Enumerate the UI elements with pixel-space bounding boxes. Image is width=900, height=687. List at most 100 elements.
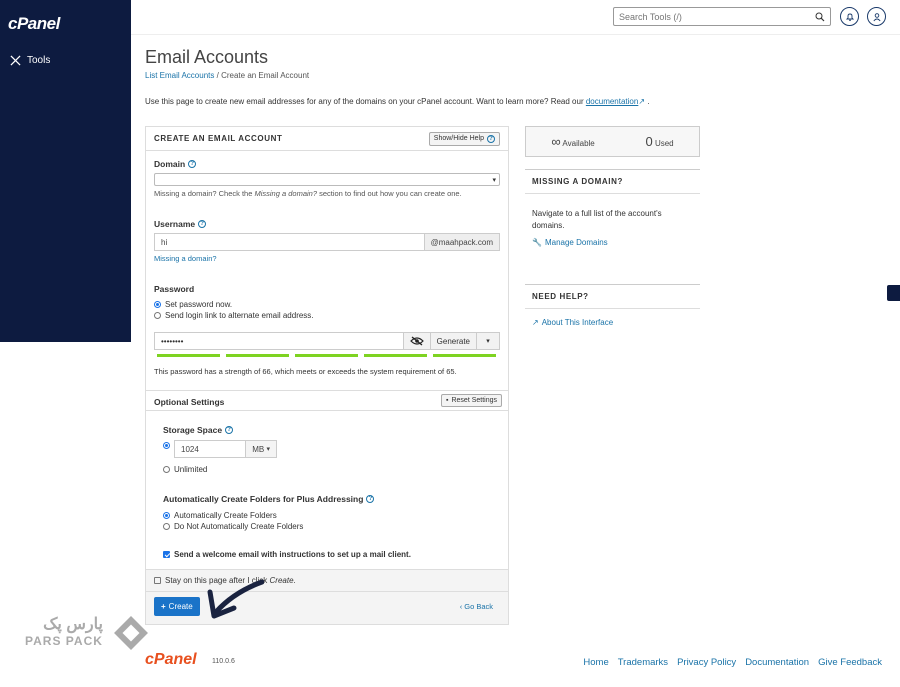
username-input[interactable]: hi bbox=[154, 233, 425, 251]
eye-slash-icon bbox=[409, 336, 424, 346]
account-stats: ∞ Available 0 Used bbox=[525, 126, 700, 157]
reset-settings-button[interactable]: ▪ Reset Settings bbox=[441, 394, 503, 407]
username-label: Username ? bbox=[154, 219, 207, 229]
toggle-visibility-button[interactable] bbox=[402, 332, 430, 350]
help-icon: ? bbox=[487, 134, 495, 143]
password-strength-text: This password has a strength of 66, whic… bbox=[154, 367, 457, 376]
welcome-email-checkbox[interactable]: Send a welcome email with instructions t… bbox=[163, 550, 411, 559]
checkbox-unchecked bbox=[154, 577, 161, 584]
top-bar bbox=[131, 0, 900, 35]
plus-addressing-label: Automatically Create Folders for Plus Ad… bbox=[163, 494, 375, 504]
password-group: •••••••• Generate ▾ bbox=[154, 332, 500, 350]
footer-cpanel-logo: cPanel bbox=[145, 651, 197, 668]
breadcrumb: List Email Accounts / Create an Email Ac… bbox=[145, 71, 309, 80]
missing-domain-text: Navigate to a full list of the account's… bbox=[532, 209, 662, 230]
parspack-watermark: پارس پک PARS PACK bbox=[25, 613, 151, 653]
plus-icon: + bbox=[161, 602, 166, 611]
storage-input[interactable]: 1024 bbox=[174, 440, 247, 458]
storage-space-label: Storage Space ? bbox=[163, 425, 234, 435]
footer-link-home[interactable]: Home bbox=[583, 657, 608, 668]
page-title: Email Accounts bbox=[145, 47, 269, 67]
available-stat: ∞ Available bbox=[551, 134, 595, 149]
domain-hint: Missing a domain? Check the Missing a do… bbox=[154, 189, 462, 198]
used-stat: 0 Used bbox=[645, 134, 674, 149]
storage-help-icon[interactable]: ? bbox=[225, 426, 234, 434]
radio-unselected bbox=[154, 312, 161, 319]
footer-link-documentation[interactable]: Documentation bbox=[745, 657, 809, 668]
external-link-icon: ↗ bbox=[532, 318, 539, 327]
show-hide-help-button[interactable]: Show/Hide Help ? bbox=[428, 131, 500, 146]
chevron-down-icon: ▾ bbox=[492, 176, 496, 184]
need-help-heading: NEED HELP? bbox=[525, 284, 700, 309]
radio-selected bbox=[163, 442, 170, 449]
send-login-link-radio[interactable]: Send login link to alternate email addre… bbox=[154, 311, 314, 320]
create-button[interactable]: + Create bbox=[154, 597, 200, 616]
panel-title: CREATE AN EMAIL ACCOUNT bbox=[154, 134, 283, 143]
password-label: Password bbox=[154, 284, 195, 294]
notifications-button[interactable] bbox=[840, 7, 859, 26]
sidebar-item-tools[interactable]: Tools bbox=[10, 55, 50, 66]
intro-text: Use this page to create new email addres… bbox=[145, 97, 650, 106]
checkbox-checked bbox=[163, 551, 170, 558]
storage-unit-select[interactable]: MB ▾ bbox=[246, 440, 277, 458]
set-password-radio[interactable]: Set password now. bbox=[154, 300, 232, 309]
missing-domain-link[interactable]: Missing a domain? bbox=[154, 254, 217, 263]
domain-select[interactable]: ▾ bbox=[154, 173, 500, 186]
sidebar-item-label: Tools bbox=[27, 55, 51, 66]
footer-link-trademarks[interactable]: Trademarks bbox=[618, 657, 668, 668]
sidebar: cPanel Tools bbox=[0, 0, 131, 342]
chevron-left-icon: ‹ bbox=[459, 602, 463, 611]
domain-help-icon[interactable]: ? bbox=[188, 160, 197, 168]
domain-suffix: @maahpack.com bbox=[424, 233, 500, 251]
caret-down-icon: ▾ bbox=[486, 338, 490, 345]
radio-unselected bbox=[163, 523, 170, 530]
bell-icon bbox=[845, 13, 854, 21]
about-interface-link[interactable]: ↗ About This Interface bbox=[532, 318, 613, 327]
unlimited-radio[interactable]: Unlimited bbox=[163, 465, 207, 474]
search-icon[interactable] bbox=[815, 12, 825, 22]
generate-options-button[interactable]: ▾ bbox=[476, 332, 500, 350]
search-input[interactable] bbox=[619, 11, 815, 22]
breadcrumb-link[interactable]: List Email Accounts bbox=[145, 71, 214, 80]
storage-group: 1024 MB ▾ bbox=[174, 440, 277, 458]
footer-version: 110.0.6 bbox=[212, 658, 235, 665]
password-input[interactable]: •••••••• bbox=[154, 332, 403, 350]
no-auto-create-folders-radio[interactable]: Do Not Automatically Create Folders bbox=[163, 522, 303, 531]
optional-settings-title: Optional Settings bbox=[154, 397, 225, 407]
user-icon bbox=[872, 12, 881, 21]
external-link-icon: ↗ bbox=[638, 97, 646, 106]
cpanel-logo[interactable]: cPanel bbox=[8, 14, 60, 34]
radio-unselected bbox=[163, 466, 170, 473]
footer-link-feedback[interactable]: Give Feedback bbox=[818, 657, 882, 668]
password-strength-meter bbox=[157, 354, 496, 357]
radio-selected bbox=[163, 512, 170, 519]
auto-create-folders-radio[interactable]: Automatically Create Folders bbox=[163, 511, 277, 520]
storage-limit-radio[interactable] bbox=[163, 442, 170, 449]
documentation-link[interactable]: documentation bbox=[586, 97, 638, 106]
search-box[interactable] bbox=[613, 7, 831, 26]
tools-icon bbox=[10, 55, 21, 66]
domain-label: Domain ? bbox=[154, 159, 197, 169]
parspack-logo-icon bbox=[113, 616, 148, 650]
annotation-arrow-icon bbox=[207, 579, 264, 619]
panel-header: CREATE AN EMAIL ACCOUNT Show/Hide Help ? bbox=[146, 127, 508, 151]
caret-down-icon: ▾ bbox=[266, 446, 270, 453]
user-menu-button[interactable] bbox=[867, 7, 886, 26]
radio-selected bbox=[154, 301, 161, 308]
create-email-panel: CREATE AN EMAIL ACCOUNT Show/Hide Help ?… bbox=[145, 126, 509, 625]
generate-button[interactable]: Generate bbox=[429, 332, 476, 350]
footer-link-privacy[interactable]: Privacy Policy bbox=[677, 657, 736, 668]
breadcrumb-current: Create an Email Account bbox=[221, 71, 310, 80]
footer-links: Home Trademarks Privacy Policy Documenta… bbox=[583, 657, 882, 668]
side-panel-tab[interactable] bbox=[887, 285, 900, 301]
username-help-icon[interactable]: ? bbox=[198, 220, 207, 228]
manage-domains-link[interactable]: 🔧 Manage Domains bbox=[532, 238, 608, 247]
missing-domain-heading: MISSING A DOMAIN? bbox=[525, 169, 700, 194]
breadcrumb-separator: / bbox=[216, 71, 219, 80]
trash-icon: ▪ bbox=[446, 397, 449, 404]
go-back-link[interactable]: ‹ Go Back bbox=[460, 602, 493, 611]
wrench-icon: 🔧 bbox=[532, 238, 542, 247]
form-footer: Stay on this page after I click Create. … bbox=[146, 569, 508, 624]
username-group: hi @maahpack.com bbox=[154, 233, 500, 251]
plus-addressing-help-icon[interactable]: ? bbox=[366, 495, 375, 503]
